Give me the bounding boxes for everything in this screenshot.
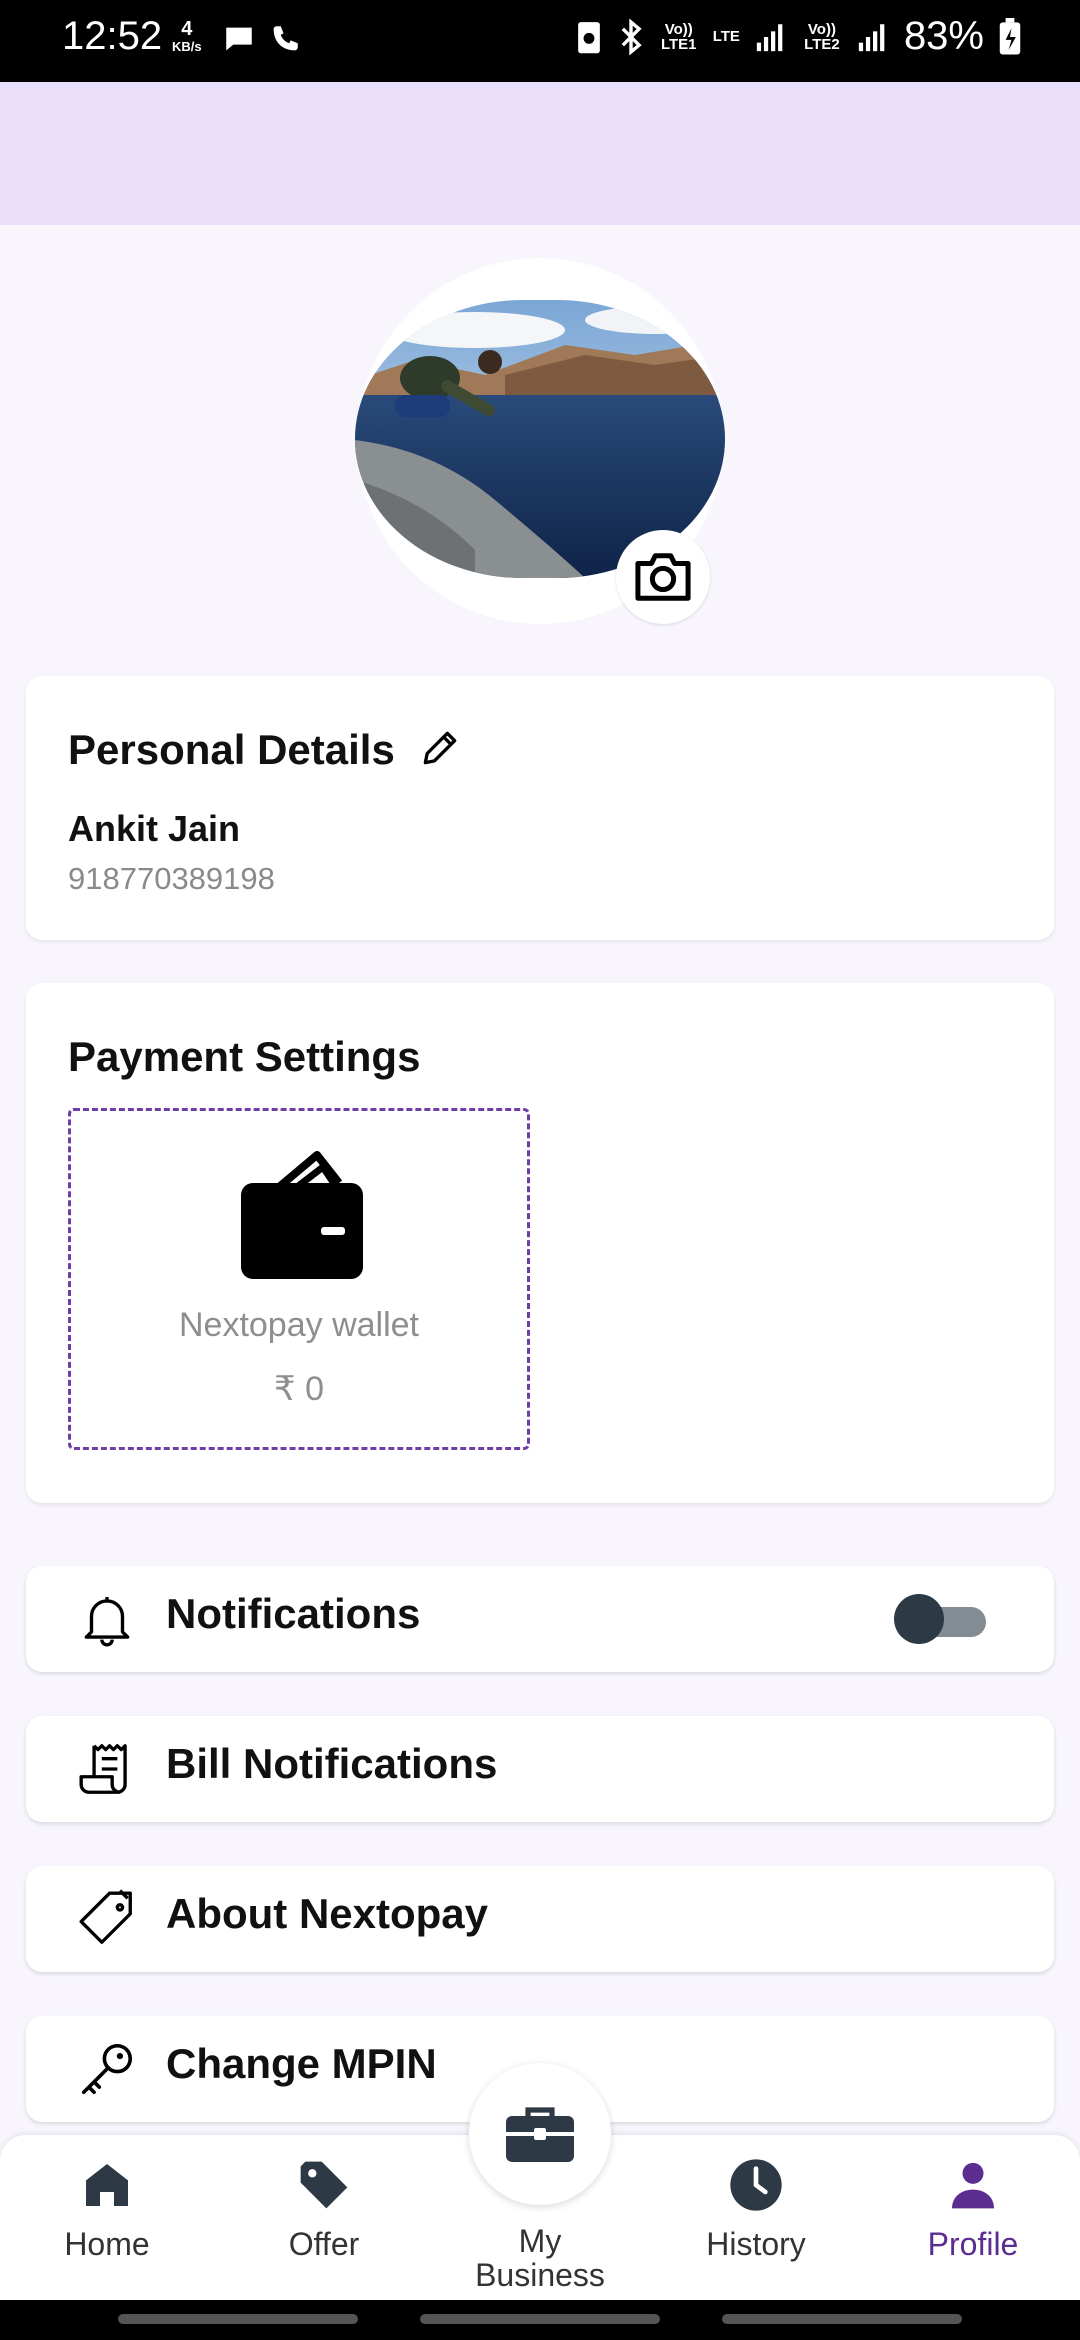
- home-icon: [86, 2164, 128, 2206]
- nav-home-label: Home: [64, 2226, 150, 2262]
- bill-notifications-label: Bill Notifications: [166, 1740, 498, 1787]
- personal-details-title: Personal Details: [68, 726, 395, 773]
- system-nav-bar: [0, 2300, 1080, 2340]
- change-photo-button[interactable]: [616, 530, 710, 624]
- data-speed-value: 4: [181, 18, 193, 40]
- header-band: [0, 82, 1080, 225]
- nav-history-label: History: [706, 2226, 806, 2262]
- payment-settings-card: Payment Settings Nextopay wallet ₹ 0: [26, 983, 1054, 1503]
- status-time: 12:52: [62, 14, 163, 58]
- wallet-balance: ₹ 0: [274, 1370, 324, 1408]
- signal-icon: [858, 23, 885, 51]
- user-phone: 918770389198: [68, 861, 275, 896]
- nav-offer-label: Offer: [288, 2226, 360, 2262]
- wallet-icon: [241, 1151, 363, 1279]
- payment-settings-title: Payment Settings: [68, 1033, 421, 1080]
- nav-profile[interactable]: Profile: [893, 2157, 1053, 2263]
- notifications-label: Notifications: [166, 1590, 421, 1637]
- notifications-toggle[interactable]: [888, 1594, 998, 1644]
- my-business-label: My Business: [440, 2224, 640, 2292]
- my-business-button[interactable]: [469, 2063, 611, 2205]
- data-speed-unit: KB/s: [172, 39, 202, 54]
- my-business-line1: My: [518, 2223, 562, 2259]
- wallet-tile[interactable]: Nextopay wallet ₹ 0: [68, 1108, 530, 1450]
- phone-icon: [273, 26, 298, 51]
- status-bar: 12:52 4 KB/s Vo)) LTE1 LTE Vo)) LTE2 83%: [0, 0, 1080, 82]
- sim1-label: Vo)) LTE1: [660, 20, 697, 53]
- my-business-line2: Business: [475, 2257, 605, 2293]
- person-icon: [952, 2162, 994, 2209]
- signal-icon: [756, 23, 783, 51]
- bell-icon: [84, 1597, 130, 1647]
- briefcase-icon: [506, 2107, 574, 2162]
- message-icon: [226, 27, 252, 51]
- notifications-row[interactable]: Notifications: [26, 1566, 1054, 1672]
- tag-icon: [79, 1889, 132, 1944]
- battery-percent: 83%: [903, 14, 984, 58]
- clock-icon: [730, 2159, 782, 2211]
- about-row[interactable]: About Nextopay: [26, 1866, 1054, 1972]
- status-right-icons: Vo)) LTE1 LTE Vo)) LTE2 83%: [575, 14, 1022, 59]
- change-mpin-label: Change MPIN: [166, 2040, 437, 2087]
- offer-tag-icon: [300, 2161, 348, 2209]
- edit-icon[interactable]: [418, 726, 462, 770]
- system-gesture-bar[interactable]: [420, 2314, 660, 2324]
- nav-home[interactable]: Home: [27, 2157, 187, 2263]
- personal-details-card: Personal Details Ankit Jain 918770389198: [26, 676, 1054, 940]
- bill-notifications-row[interactable]: Bill Notifications: [26, 1716, 1054, 1822]
- nav-profile-label: Profile: [927, 2226, 1019, 2262]
- data-speed: 4 KB/s: [172, 18, 202, 56]
- receipt-icon: [79, 1744, 127, 1794]
- bluetooth-icon: [621, 17, 642, 56]
- toggle-thumb: [894, 1594, 944, 1644]
- about-label: About Nextopay: [166, 1890, 489, 1937]
- nav-offer[interactable]: Offer: [244, 2157, 404, 2263]
- battery-saver-icon: [577, 21, 600, 53]
- key-icon: [81, 2043, 133, 2095]
- sim2-label: Vo)) LTE2: [804, 20, 840, 53]
- nav-history[interactable]: History: [676, 2157, 836, 2263]
- battery-icon: [999, 17, 1021, 55]
- wallet-label: Nextopay wallet: [178, 1306, 419, 1344]
- system-gesture-bar[interactable]: [118, 2314, 358, 2324]
- user-name: Ankit Jain: [68, 808, 241, 849]
- system-gesture-bar[interactable]: [722, 2314, 962, 2324]
- lte-label: LTE: [712, 28, 740, 45]
- camera-icon: [635, 553, 691, 601]
